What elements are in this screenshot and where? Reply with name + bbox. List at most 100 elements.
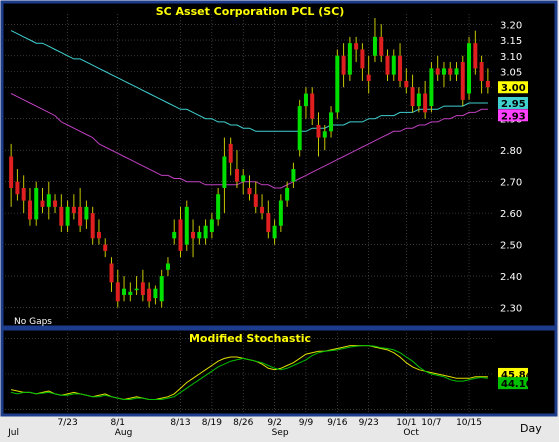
candle-body-down: [398, 55, 403, 81]
price-y-tick-label: 3.05: [500, 68, 522, 79]
candle-body-up: [222, 156, 227, 188]
candle-body-down: [460, 62, 465, 100]
candle-body-up: [467, 43, 472, 94]
candle-body-up: [159, 276, 164, 302]
stock-chart-window: 2.302.402.502.602.702.802.903.003.053.10…: [0, 0, 559, 438]
candle-body-up: [391, 55, 396, 75]
price-y-tick-label: 2.50: [500, 241, 522, 252]
candle-body-up: [285, 187, 290, 201]
candle-body-up: [184, 206, 189, 245]
x-month-label: Oct: [403, 428, 419, 437]
price-last-value-badges: 3.00 2.952.93: [498, 81, 528, 122]
candle-body-down: [247, 187, 252, 195]
candle-body-up: [278, 200, 283, 226]
candle-body-down: [115, 282, 120, 302]
candle-body-up: [134, 288, 139, 291]
price-y-tick-label: 2.80: [500, 146, 522, 157]
candle-body-down: [423, 93, 428, 113]
candle-body-down: [310, 93, 315, 119]
candle-body-up: [303, 93, 308, 107]
candle-body-up: [122, 288, 127, 295]
x-tick-label: 9/9: [299, 418, 314, 428]
candle-body-down: [341, 55, 346, 75]
price-y-tick-label: 3.20: [500, 20, 522, 31]
candle-body-up: [209, 219, 214, 233]
x-tick-label: 8/1: [111, 418, 125, 428]
candle-body-up: [291, 169, 296, 182]
candle-body-up: [441, 68, 446, 75]
price-y-tick-label: 2.60: [500, 209, 522, 220]
x-tick-label: 9/2: [267, 418, 281, 428]
candle-body-up: [329, 112, 334, 132]
candle-body-down: [435, 68, 440, 75]
last-value-badge-label: 3.00: [501, 83, 526, 94]
candle-body-down: [147, 288, 152, 302]
candle-body-down: [360, 49, 365, 69]
candle-body-up: [128, 291, 133, 295]
period-label: Day: [520, 422, 542, 435]
price-y-tick-label: 3.10: [500, 52, 522, 63]
candle-body-up: [372, 36, 377, 56]
candle-body-down: [260, 206, 265, 214]
x-tick-label: 10/1: [396, 418, 416, 428]
candle-body-down: [385, 55, 390, 75]
x-month-label: Jul: [7, 428, 19, 437]
candle-body-down: [404, 80, 409, 88]
last-value-badge-label: 2.93: [501, 111, 526, 122]
candle-body-down: [109, 263, 114, 283]
x-month-label: Sep: [272, 428, 289, 437]
candle-body-down: [178, 219, 183, 251]
candle-body-down: [473, 43, 478, 69]
candle-body-down: [191, 232, 196, 239]
x-tick-label: 9/23: [359, 418, 379, 428]
x-month-label: Aug: [115, 428, 133, 437]
x-tick-label: 8/26: [233, 418, 253, 428]
candle-body-up: [65, 206, 70, 226]
candle-body-down: [9, 156, 14, 188]
candle-body-up: [153, 288, 158, 299]
candle-body-up: [297, 106, 302, 151]
x-tick-label: 10/7: [421, 418, 441, 428]
last-value-badge-label: 2.95: [501, 99, 526, 110]
candle-body-down: [366, 74, 371, 81]
stochastic-last-value-badges: 45.8444.16: [498, 367, 533, 390]
no-gaps-note: No Gaps: [14, 317, 52, 327]
candle-body-down: [27, 200, 32, 220]
candle-body-down: [71, 206, 76, 214]
candle-body-down: [103, 244, 108, 251]
price-y-tick-label: 2.70: [500, 178, 522, 189]
price-panel: [0, 0, 558, 329]
candle-body-up: [172, 232, 177, 239]
candle-body-down: [21, 187, 26, 201]
candle-body-up: [241, 175, 246, 182]
candle-body-down: [354, 43, 359, 50]
candle-body-down: [266, 213, 271, 233]
candle-body-up: [34, 187, 39, 220]
stochastic-y-tick-label: 100: [502, 335, 521, 346]
candle-body-down: [379, 36, 384, 56]
candle-body-up: [335, 55, 340, 113]
candle-body-up: [429, 68, 434, 107]
chart-title: SC Asset Corporation PCL (SC): [156, 5, 345, 18]
stochastic-y-tick-label: 0: [502, 405, 508, 416]
candle-body-down: [59, 206, 64, 226]
candle-body-down: [96, 232, 101, 239]
price-y-tick-label: 2.30: [500, 304, 522, 315]
stochastic-title: Modified Stochastic: [189, 332, 311, 345]
candle-body-down: [485, 80, 490, 88]
candle-body-up: [272, 225, 277, 239]
x-tick-label: 8/13: [170, 418, 190, 428]
x-tick-label: 8/19: [202, 418, 222, 428]
candle-body-down: [234, 169, 239, 182]
candle-body-up: [197, 232, 202, 239]
chart-canvas: 2.302.402.502.602.702.802.903.003.053.10…: [0, 0, 559, 438]
price-y-tick-label: 3.15: [500, 36, 522, 47]
candle-body-up: [216, 194, 221, 220]
candle-body-down: [15, 181, 20, 195]
candle-body-down: [316, 125, 321, 138]
candle-body-up: [165, 263, 170, 270]
x-tick-label: 7/23: [57, 418, 77, 428]
stochastic-value-badge-label: 44.16: [501, 379, 533, 390]
candle-body-down: [40, 200, 45, 207]
candle-body-up: [347, 43, 352, 75]
